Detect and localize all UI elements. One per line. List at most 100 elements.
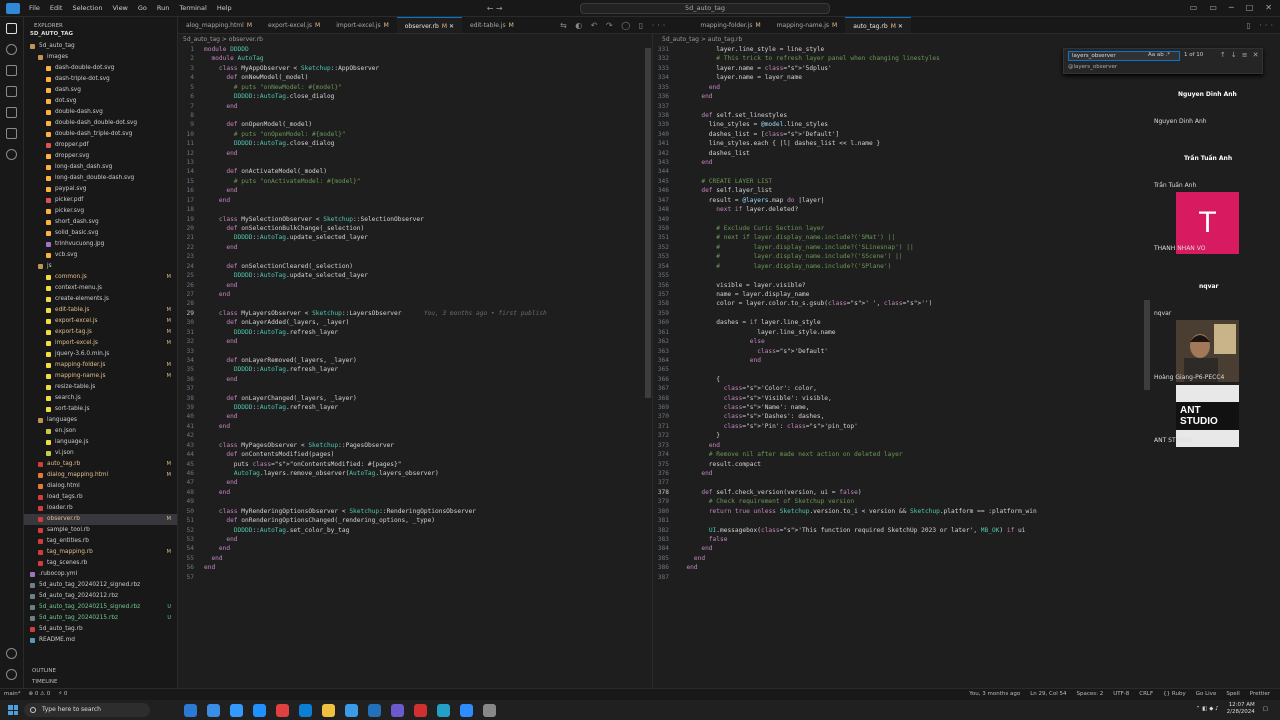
tree-item[interactable]: tag_mapping.rb M [24,547,177,558]
tree-item[interactable]: dash.svg [24,85,177,96]
tree-item[interactable]: export-tag.js M [24,327,177,338]
maximize-icon[interactable]: □ [1246,3,1254,12]
tree-item[interactable]: dropper.svg [24,151,177,162]
tab-close-icon[interactable]: ✕ [896,23,903,30]
minimize-icon[interactable]: ─ [1229,3,1234,12]
menu-item-selection[interactable]: Selection [72,4,102,12]
right-code-editor[interactable]: 331 layer.line_style = line_style 332 # T… [655,45,1150,582]
debug-icon[interactable] [6,86,17,97]
taskbar-app-icon[interactable] [207,703,220,717]
right-scrollbar[interactable] [1144,300,1150,390]
tree-item[interactable]: tag_scenes.rb [24,558,177,569]
clock[interactable]: 12:07 AM 2/28/2024 [1227,702,1255,716]
tree-item[interactable]: context-menu.js [24,283,177,294]
status-item[interactable]: Spell [1226,691,1239,697]
taskbar-app-icon[interactable] [345,703,358,717]
live-share-icon[interactable] [6,149,17,160]
editor-actions-icon[interactable]: ⇆ ◐ ↶ ↷ ◯ ▯ ··· [556,17,672,33]
tree-item[interactable]: en.json [24,426,177,437]
split-editor-icon[interactable]: ▯ ··· [1242,17,1280,33]
breadcrumb-left[interactable]: 5d_auto_tag > observer.rb [183,36,263,43]
tree-item[interactable]: load_tags.rb [24,492,177,503]
tree-item[interactable]: jquery-3.6.0.min.js [24,349,177,360]
editor-tab[interactable]: import-excel.js M [328,17,397,33]
tree-item[interactable]: trinhvucuong.jpg [24,239,177,250]
editor-tab[interactable]: export-excel.js M [260,17,328,33]
menu-item-view[interactable]: View [112,4,127,12]
panel-icon[interactable]: ▭ [1209,3,1217,12]
tree-item[interactable]: mapping-folder.js M [24,360,177,371]
tree-item[interactable]: dialog_mapping.html M [24,470,177,481]
tree-item[interactable]: import-excel.js M [24,338,177,349]
menu-item-edit[interactable]: Edit [50,4,63,12]
tree-item[interactable]: double-dash.svg [24,107,177,118]
remote-icon[interactable] [6,128,17,139]
status-item[interactable]: main* [4,691,21,697]
taskbar-app-icon[interactable] [483,703,496,717]
close-icon[interactable]: ✕ [1265,3,1272,12]
taskbar-app-icon[interactable] [230,703,243,717]
tab-close-icon[interactable]: ✕ [447,23,454,30]
tree-item[interactable]: picker.svg [24,206,177,217]
tree-item[interactable]: languages [24,415,177,426]
tree-item[interactable]: 5d_auto_tag [24,41,177,52]
tree-item[interactable]: double-dash_triple-dot.svg [24,129,177,140]
tree-item[interactable]: observer.rb M [24,514,177,525]
tree-item[interactable]: .rubocop.yml [24,569,177,580]
layout-icon[interactable]: ▭ [1190,3,1198,12]
tree-item[interactable]: language.js [24,437,177,448]
tree-item[interactable]: mapping-name.js M [24,371,177,382]
tree-item[interactable]: long-dash_double-dash.svg [24,173,177,184]
editor-divider[interactable] [652,34,653,688]
taskbar-app-icon[interactable] [299,703,312,717]
left-scrollbar[interactable] [645,48,651,398]
windows-start-icon[interactable] [8,705,18,715]
explorer-icon[interactable] [6,23,17,34]
status-item[interactable]: CRLF [1139,691,1153,697]
tree-item[interactable]: auto_tag.rb M [24,459,177,470]
tree-item[interactable]: edit-table.js M [24,305,177,316]
tree-item[interactable]: common.js M [24,272,177,283]
menu-item-go[interactable]: Go [138,4,147,12]
taskbar-search[interactable]: Type here to search [24,703,150,717]
tree-item[interactable]: dot.svg [24,96,177,107]
editor-tab[interactable]: edit-table.js M [462,17,522,33]
settings-gear-icon[interactable] [6,669,17,680]
tree-item[interactable]: 5d_auto_tag.rb [24,624,177,635]
tray-icons[interactable]: ⌃ ◧ ◆ ♪ [1196,706,1219,712]
taskbar-app-icon[interactable] [391,703,404,717]
tree-item[interactable]: 5d_auto_tag_20240212.rbz [24,591,177,602]
menu-item-terminal[interactable]: Terminal [179,4,206,12]
account-icon[interactable] [6,648,17,659]
taskbar-app-icon[interactable] [414,703,427,717]
tree-item[interactable]: vcb.svg [24,250,177,261]
status-item[interactable]: {} Ruby [1163,691,1186,697]
tree-item[interactable]: js [24,261,177,272]
timeline-section[interactable]: TIMELINE [24,677,178,688]
taskbar-app-icon[interactable] [253,703,266,717]
tree-item[interactable]: images [24,52,177,63]
tree-item[interactable]: double-dash_double-dot.svg [24,118,177,129]
status-item[interactable]: ⚡ 0 [58,691,67,697]
menu-item-help[interactable]: Help [217,4,232,12]
status-item[interactable]: Spaces: 2 [1076,691,1103,697]
nav-arrows-icon[interactable]: ← → [487,4,503,13]
find-options[interactable]: Aa ab .* [1148,52,1170,58]
tree-item[interactable]: vi.json [24,448,177,459]
breadcrumb-right[interactable]: 5d_auto_tag > auto_tag.rb [662,36,742,43]
menu-item-file[interactable]: File [29,4,40,12]
tree-item[interactable]: sort-table.js [24,404,177,415]
tree-item[interactable]: dash-double-dot.svg [24,63,177,74]
command-center[interactable]: 5d_auto_tag [580,3,830,14]
find-nav-arrows-icon[interactable]: ↑↓≡✕ [1220,51,1263,59]
editor-tab[interactable]: alog_mapping.html M [178,17,260,33]
editor-tab[interactable]: mapping-name.js M [769,17,846,33]
menu-item-run[interactable]: Run [157,4,169,12]
status-item[interactable]: Go Live [1196,691,1217,697]
taskbar-app-icon[interactable] [368,703,381,717]
tree-item[interactable]: picker.pdf [24,195,177,206]
status-item[interactable]: ⊗ 0 ⚠ 0 [29,691,51,697]
tree-item[interactable]: dialog.html [24,481,177,492]
tree-item[interactable]: 5d_auto_tag_20240215.rbz U [24,613,177,624]
status-item[interactable]: Ln 29, Col 54 [1030,691,1066,697]
